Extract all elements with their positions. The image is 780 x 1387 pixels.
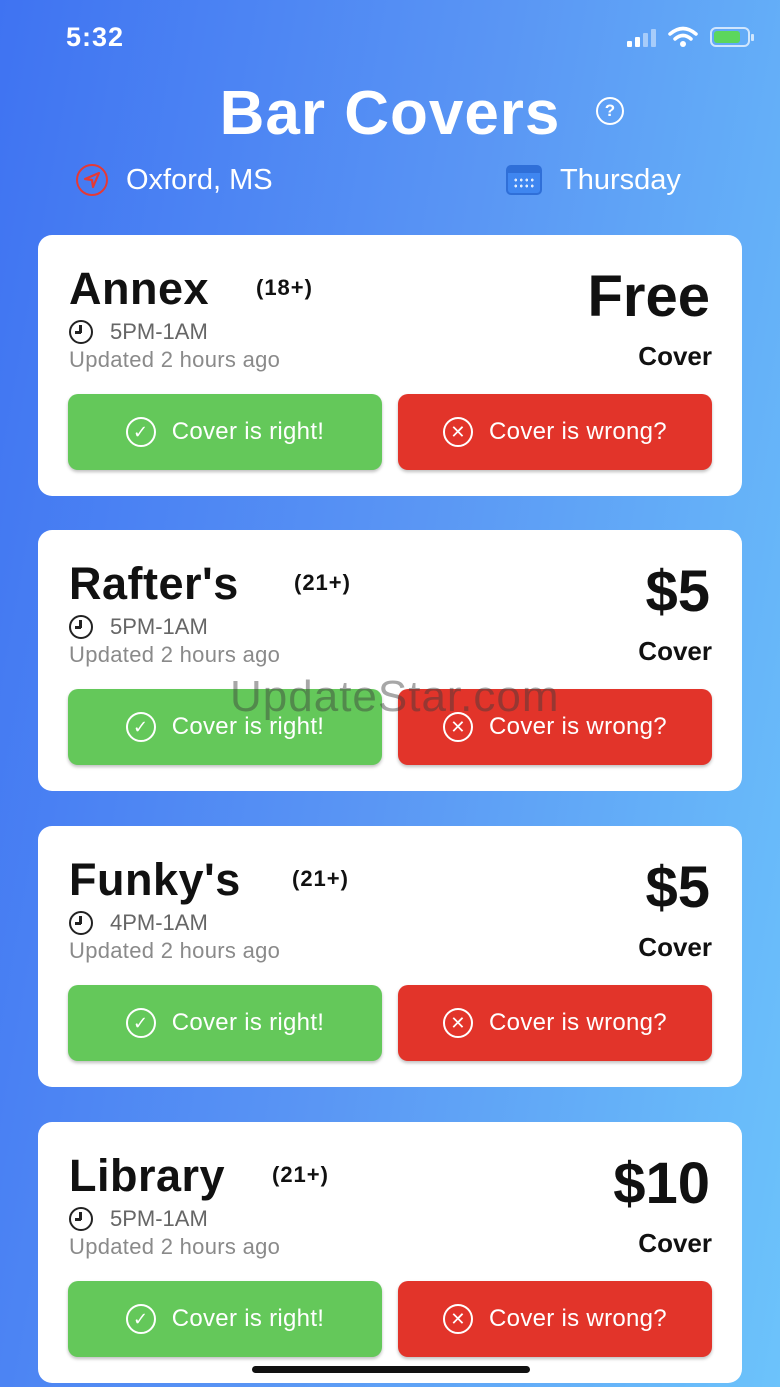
day-selector[interactable]: Thursday [506,158,681,202]
location-selector[interactable]: Oxford, MS [76,158,273,202]
help-icon[interactable]: ? [596,97,624,125]
cover-right-button[interactable]: ✓ Cover is right! [68,985,382,1061]
bar-hours: 5PM-1AM [69,1206,208,1232]
bar-name: Funky's [69,854,241,905]
checkmark-circle-icon: ✓ [125,1008,156,1038]
bar-hours: 4PM-1AM [69,910,208,936]
cover-right-label: Cover is right! [171,713,325,740]
location-arrow-icon [76,164,108,196]
hours-text: 4PM-1AM [110,910,208,935]
checkmark-circle-icon: ✓ [125,417,156,447]
status-icons [627,26,754,48]
battery-icon [710,27,754,47]
clock-icon [69,1207,93,1231]
location-label: Oxford, MS [126,163,273,196]
updated-text: Updated 2 hours ago [69,938,281,963]
bar-card-funkys: Funky's (21+) 4PM-1AM Updated 2 hours ag… [38,826,742,1087]
app-title: Bar Covers [219,79,561,148]
checkmark-circle-icon: ✓ [125,1304,156,1334]
age-restriction: (21+) [294,570,351,595]
updated-text: Updated 2 hours ago [69,642,281,667]
x-circle-icon: ✕ [443,712,474,742]
clock-icon [69,615,93,639]
status-bar: 5:32 [0,0,780,80]
bar-hours: 5PM-1AM [69,319,208,345]
hours-text: 5PM-1AM [110,319,208,344]
bar-card-rafters: Rafter's (21+) 5PM-1AM Updated 2 hours a… [38,530,742,791]
calendar-icon [506,165,542,195]
cover-price: $10 [613,1151,710,1216]
cover-label: Cover [638,1228,712,1258]
bar-name: Library [69,1150,226,1201]
x-circle-icon: ✕ [443,417,474,447]
cover-wrong-label: Cover is wrong? [489,1305,667,1332]
cover-price: $5 [645,855,710,920]
cover-wrong-button[interactable]: ✕ Cover is wrong? [398,394,712,470]
x-circle-icon: ✕ [443,1304,474,1334]
bar-card-annex: Annex (18+) 5PM-1AM Updated 2 hours ago … [38,235,742,496]
cover-wrong-button[interactable]: ✕ Cover is wrong? [398,689,712,765]
clock-icon [69,320,93,344]
cover-wrong-label: Cover is wrong? [489,1009,667,1036]
clock-icon [69,911,93,935]
cover-right-label: Cover is right! [171,1009,325,1036]
app-header: Bar Covers [0,78,780,149]
bar-hours: 5PM-1AM [69,614,208,640]
hours-text: 5PM-1AM [110,614,208,639]
x-circle-icon: ✕ [443,1008,474,1038]
cellular-signal-icon [627,27,656,47]
cover-wrong-button[interactable]: ✕ Cover is wrong? [398,985,712,1061]
day-label: Thursday [560,163,681,196]
age-restriction: (21+) [292,866,349,891]
cover-label: Cover [638,932,712,962]
bar-name: Annex [69,263,210,314]
cover-price: $5 [645,559,710,624]
wifi-icon [668,26,698,47]
cover-wrong-button[interactable]: ✕ Cover is wrong? [398,1281,712,1357]
cover-right-button[interactable]: ✓ Cover is right! [68,1281,382,1357]
bar-name: Rafter's [69,558,239,609]
updated-text: Updated 2 hours ago [69,347,281,372]
cover-right-label: Cover is right! [171,1305,325,1332]
status-time: 5:32 [66,22,125,52]
cover-price: Free [587,264,710,329]
cover-right-label: Cover is right! [171,418,325,445]
home-indicator[interactable] [252,1366,530,1373]
updated-text: Updated 2 hours ago [69,1234,281,1259]
cover-right-button[interactable]: ✓ Cover is right! [68,689,382,765]
cover-right-button[interactable]: ✓ Cover is right! [68,394,382,470]
cover-label: Cover [638,341,712,371]
cover-label: Cover [638,636,712,666]
cover-wrong-label: Cover is wrong? [489,418,667,445]
age-restriction: (18+) [256,275,313,300]
age-restriction: (21+) [272,1162,329,1187]
hours-text: 5PM-1AM [110,1206,208,1231]
checkmark-circle-icon: ✓ [125,712,156,742]
cover-wrong-label: Cover is wrong? [489,713,667,740]
bar-card-library: Library (21+) 5PM-1AM Updated 2 hours ag… [38,1122,742,1383]
